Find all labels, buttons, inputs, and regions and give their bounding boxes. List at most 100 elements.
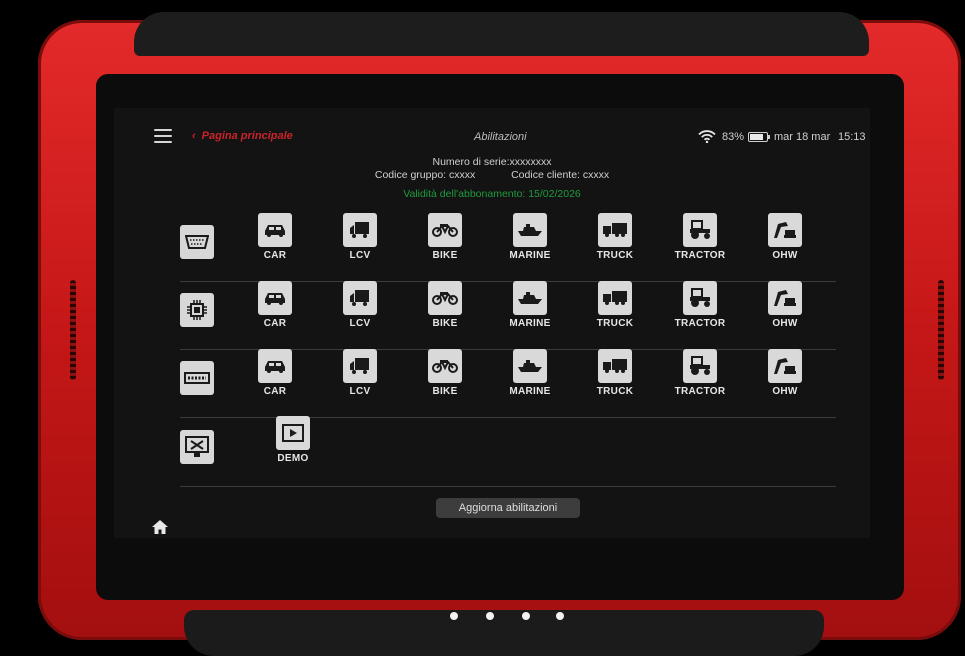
bench-connector-icon (180, 361, 214, 395)
vehicle-tractor-button[interactable]: TRACTOR (665, 281, 735, 329)
vehicle-ohw-button[interactable]: OHW (750, 213, 820, 261)
tractor-icon (683, 349, 717, 383)
vehicle-label: BIKE (432, 250, 458, 261)
car-icon (258, 213, 292, 247)
car-icon (258, 349, 292, 383)
vehicle-label: OHW (772, 250, 798, 261)
bike-icon (428, 349, 462, 383)
time-label: 15:13 (838, 131, 866, 143)
vehicle-lcv-button[interactable]: LCV (325, 349, 395, 397)
vehicle-marine-button[interactable]: MARINE (495, 213, 565, 261)
lcv-icon (343, 349, 377, 383)
lcv-icon (343, 213, 377, 247)
vehicle-label: OHW (772, 318, 798, 329)
car-icon (258, 281, 292, 315)
device-info: Numero di serie:xxxxxxxx Codice gruppo: … (114, 156, 870, 201)
vehicle-label: OHW (772, 386, 798, 397)
vehicle-label: TRUCK (596, 250, 634, 261)
device-top-bumper (134, 12, 869, 56)
vehicle-car-button[interactable]: CAR (240, 213, 310, 261)
vehicle-label: LCV (349, 318, 371, 329)
subscription-validity: Validità dell'abbonamento: 15/02/2026 (403, 188, 581, 200)
tractor-icon (683, 213, 717, 247)
marine-icon (513, 281, 547, 315)
vehicle-label: TRUCK (596, 386, 634, 397)
vehicle-label: BIKE (432, 386, 458, 397)
vehicle-truck-button[interactable]: TRUCK (580, 213, 650, 261)
bike-icon (428, 213, 462, 247)
vehicle-label: LCV (349, 250, 371, 261)
back-label: Pagina principale (201, 130, 293, 142)
battery-percent: 83% (722, 131, 745, 143)
wifi-icon (698, 130, 716, 146)
vehicle-bike-button[interactable]: BIKE (410, 349, 480, 397)
menu-icon[interactable] (154, 129, 172, 143)
chevron-left-icon: ‹ (192, 130, 196, 142)
update-enablements-button[interactable]: Aggiorna abilitazioni (436, 498, 580, 518)
back-button[interactable]: ‹ Pagina principale (192, 130, 293, 142)
vehicle-marine-button[interactable]: MARINE (495, 349, 565, 397)
vehicle-label: BIKE (432, 318, 458, 329)
battery-icon (748, 132, 770, 142)
page-title: Abilitazioni (474, 131, 527, 143)
indicator-dot (556, 612, 564, 620)
vehicle-label: LCV (349, 386, 371, 397)
demo-row: DEMO (180, 416, 836, 487)
vehicle-lcv-button[interactable]: LCV (325, 213, 395, 261)
ohw-icon (768, 281, 802, 315)
device-bottom-bumper (184, 610, 824, 656)
demo-button[interactable]: DEMO (258, 416, 328, 464)
obd-connector-icon (180, 225, 214, 259)
indicator-dot (450, 612, 458, 620)
vehicle-tractor-button[interactable]: TRACTOR (665, 349, 735, 397)
lcv-icon (343, 281, 377, 315)
vehicle-label: MARINE (509, 318, 551, 329)
codes-line: Codice gruppo: cxxxx Codice cliente: cxx… (114, 169, 870, 182)
vehicle-ohw-button[interactable]: OHW (750, 281, 820, 329)
group-code: Codice gruppo: cxxxx (374, 169, 476, 181)
play-icon (276, 416, 310, 450)
vehicle-lcv-button[interactable]: LCV (325, 281, 395, 329)
demo-label: DEMO (277, 453, 309, 464)
enablement-row: CAR LCV BIKE MARINE TRUCK TRACTOR OHW (180, 349, 836, 418)
marine-icon (513, 213, 547, 247)
marine-icon (513, 349, 547, 383)
home-icon[interactable] (152, 520, 168, 539)
ohw-icon (768, 213, 802, 247)
vehicle-label: TRUCK (596, 318, 634, 329)
app-screen: ‹ Pagina principale Abilitazioni 83% mar … (114, 108, 870, 538)
vehicle-tractor-button[interactable]: TRACTOR (665, 213, 735, 261)
vehicle-ohw-button[interactable]: OHW (750, 349, 820, 397)
vehicle-label: CAR (263, 318, 287, 329)
ohw-icon (768, 349, 802, 383)
top-bar: ‹ Pagina principale Abilitazioni 83% mar … (114, 129, 870, 150)
client-code: Codice cliente: cxxxx (511, 169, 610, 181)
vehicle-label: CAR (263, 250, 287, 261)
vehicle-truck-button[interactable]: TRUCK (580, 281, 650, 329)
left-speaker-grille (70, 280, 76, 380)
bike-icon (428, 281, 462, 315)
vehicle-bike-button[interactable]: BIKE (410, 281, 480, 329)
vehicle-car-button[interactable]: CAR (240, 349, 310, 397)
serial-number: Numero di serie:xxxxxxxx (432, 156, 552, 168)
battery-level (750, 134, 763, 140)
indicator-dot (486, 612, 494, 620)
vehicle-car-button[interactable]: CAR (240, 281, 310, 329)
vehicle-label: TRACTOR (674, 250, 726, 261)
monitor-tools-icon (180, 430, 214, 464)
right-speaker-grille (938, 280, 944, 380)
vehicle-label: CAR (263, 386, 287, 397)
ecu-chip-icon (180, 293, 214, 327)
truck-icon (598, 281, 632, 315)
vehicle-label: TRACTOR (674, 386, 726, 397)
enablement-row: CAR LCV BIKE MARINE TRUCK TRACTOR OHW (180, 213, 836, 282)
vehicle-bike-button[interactable]: BIKE (410, 213, 480, 261)
vehicle-label: MARINE (509, 250, 551, 261)
vehicle-truck-button[interactable]: TRUCK (580, 349, 650, 397)
indicator-dot (522, 612, 530, 620)
vehicle-marine-button[interactable]: MARINE (495, 281, 565, 329)
truck-icon (598, 213, 632, 247)
enablement-row: CAR LCV BIKE MARINE TRUCK TRACTOR OHW (180, 281, 836, 350)
truck-icon (598, 349, 632, 383)
tractor-icon (683, 281, 717, 315)
